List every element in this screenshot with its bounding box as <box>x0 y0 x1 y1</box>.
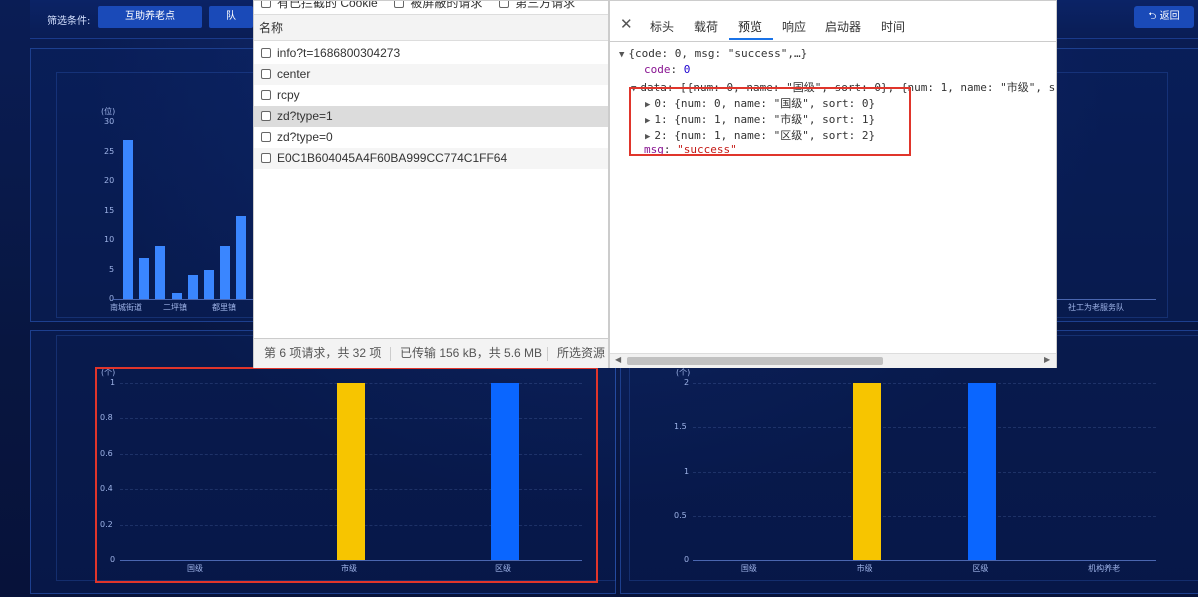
top-chart-bar <box>123 139 133 299</box>
request-row[interactable]: zd?type=0 <box>254 127 608 148</box>
top-y-tick: 20 <box>104 176 115 185</box>
top-y-tick: 10 <box>104 235 115 244</box>
request-name: rcpy <box>277 88 300 102</box>
preview-content: ▼ {code: 0, msg: "success",…} code: 0 ▼ da… <box>610 41 1056 351</box>
top-y-tick: 15 <box>104 205 115 215</box>
top-x-label-1: 二坪镇 <box>163 303 187 312</box>
top-x-label-right: 社工为老服务队 <box>1068 303 1124 312</box>
right-chart-gridline <box>693 515 1156 517</box>
top-chart-bar <box>236 216 246 299</box>
preview-root-line[interactable]: ▼ {code: 0, msg: "success",…} <box>619 47 807 60</box>
right-chart-bar-1 <box>852 383 881 560</box>
right-chart-bar-2 <box>968 383 997 560</box>
request-name: E0C1B604045A4F60BA999CC774C1FF64 <box>277 151 508 165</box>
right-chart-y-tick: 2 <box>684 378 690 387</box>
filter-button-mutual-aid[interactable]: 互助养老点 <box>98 6 202 28</box>
tab-2[interactable]: 预览 <box>738 18 762 35</box>
request-name: zd?type=1 <box>277 109 333 123</box>
right-chart-x-label-2: 区级 <box>972 564 989 573</box>
request-checkbox[interactable] <box>261 69 271 79</box>
right-chart-x-label-3: 机构养老 <box>1088 564 1121 573</box>
status-request-count: 第 6 项请求，共 32 项 <box>264 346 382 360</box>
preview-code-line: code: 0 <box>644 63 691 76</box>
detail-tab-bar: ✕ 标头 载荷 预览 响应 启动器 时间 <box>610 1 1056 42</box>
request-row[interactable]: zd?type=1 <box>254 106 608 127</box>
right-chart-x-label-0: 国级 <box>740 564 757 573</box>
filter-checkbox-third-party[interactable] <box>499 1 510 8</box>
devtools-detail-panel: ✕ 标头 载荷 预览 响应 启动器 时间 ▼ {code: 0, msg: "success… <box>609 0 1057 368</box>
scroll-left-icon[interactable]: ◀ <box>615 355 621 364</box>
right-chart-y-tick: 1 <box>684 466 690 476</box>
expanded-triangle-icon: ▼ <box>619 50 625 60</box>
filter-checkbox-blocked[interactable] <box>394 1 405 8</box>
request-checkbox[interactable] <box>261 90 271 100</box>
highlight-box-data <box>629 87 911 156</box>
top-chart-unit: (位) <box>101 107 116 116</box>
back-button-label: 返回 <box>1159 11 1180 22</box>
top-chart-bar <box>139 257 149 299</box>
request-checkbox[interactable] <box>261 111 271 121</box>
request-name: center <box>277 67 311 81</box>
top-chart-axis-right <box>1040 299 1156 300</box>
status-divider <box>547 347 548 361</box>
request-checkbox[interactable] <box>261 132 271 142</box>
filter-check-label-cookie: 有已拦截的 Cookie <box>277 1 378 10</box>
bottom-right-frame <box>629 335 1198 581</box>
right-chart-unit: (个) <box>676 368 691 377</box>
filter-check-label-third-party: 第三方请求 <box>515 1 576 10</box>
request-row[interactable]: rcpy <box>254 85 608 106</box>
highlight-box-chart <box>95 367 598 583</box>
top-x-label-0: 南城街道 <box>110 303 142 312</box>
return-icon: ⮌ <box>1148 11 1157 22</box>
filter-check-label-blocked: 被屏蔽的请求 <box>410 1 483 10</box>
request-row[interactable]: E0C1B604045A4F60BA999CC774C1FF64 <box>254 148 608 169</box>
scrollbar-thumb[interactable] <box>627 357 883 365</box>
top-chart-axis <box>112 299 253 300</box>
top-chart-bar <box>155 245 165 299</box>
request-row[interactable]: info?t=1686800304273 <box>254 43 608 64</box>
status-divider <box>390 347 391 361</box>
top-y-tick: 25 <box>104 146 115 156</box>
top-chart-bar <box>172 293 182 299</box>
tab-4[interactable]: 启动器 <box>825 18 861 35</box>
tab-5[interactable]: 时间 <box>881 18 905 35</box>
top-chart-bar <box>220 245 230 299</box>
request-name: info?t=1686800304273 <box>277 46 401 60</box>
top-chart-bar <box>204 269 214 299</box>
network-status-bar: 第 6 项请求，共 32 项 已传输 156 kB，共 5.6 MB 所选资源 <box>254 338 608 368</box>
request-row[interactable]: center <box>254 64 608 85</box>
horizontal-scrollbar[interactable]: ◀ ▶ <box>610 353 1056 368</box>
top-chart-bar <box>188 275 198 299</box>
filter-label: 筛选条件: <box>47 16 91 27</box>
active-tab-indicator <box>729 38 773 40</box>
right-chart-x-label-1: 市级 <box>856 564 873 573</box>
request-checkbox[interactable] <box>261 48 271 58</box>
tab-0[interactable]: 标头 <box>650 18 674 35</box>
close-icon[interactable]: ✕ <box>620 15 633 33</box>
filter-button-team[interactable]: 队 <box>209 6 253 28</box>
tab-1[interactable]: 载荷 <box>694 18 718 35</box>
right-chart-x-axis <box>693 560 1156 561</box>
top-y-tick: 5 <box>109 264 115 274</box>
right-chart-gridline <box>693 427 1156 429</box>
tab-3[interactable]: 响应 <box>782 18 806 35</box>
top-y-tick: 30 <box>104 117 115 126</box>
back-button[interactable]: ⮌ 返回 <box>1134 6 1194 28</box>
request-name: zd?type=0 <box>277 130 333 144</box>
status-resources: 所选资源 <box>557 346 606 360</box>
status-transferred: 已传输 156 kB，共 5.6 MB <box>400 346 543 360</box>
top-x-label-2: 都里镇 <box>212 303 236 312</box>
right-chart-y-tick: 0 <box>684 555 690 564</box>
right-chart-y-tick: 1.5 <box>674 422 687 432</box>
network-filter-bar: 有已拦截的 Cookie 被屏蔽的请求 第三方请求 <box>254 1 608 15</box>
name-column-header[interactable]: 名称 <box>254 15 608 41</box>
right-chart-gridline <box>693 383 1156 384</box>
request-checkbox[interactable] <box>261 153 271 163</box>
devtools-network-panel: 有已拦截的 Cookie 被屏蔽的请求 第三方请求 名称 info?t=1686… <box>253 0 609 368</box>
scroll-right-icon[interactable]: ▶ <box>1044 355 1050 364</box>
filter-checkbox-cookie[interactable] <box>261 1 271 8</box>
right-chart-gridline <box>693 471 1156 473</box>
right-chart-y-tick: 0.5 <box>674 510 687 520</box>
